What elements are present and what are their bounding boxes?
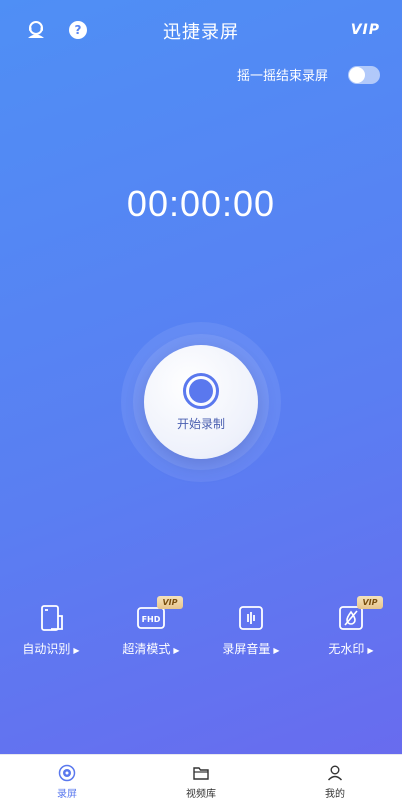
folder-icon xyxy=(193,767,209,780)
feature-auto-detect[interactable]: 自动识别 ▶ xyxy=(6,604,96,657)
tab-mine[interactable]: 我的 xyxy=(268,755,402,806)
vip-badge: VIP xyxy=(157,596,183,609)
vip-button[interactable]: VIP xyxy=(351,22,380,38)
feature-label: 录屏音量 xyxy=(222,642,271,656)
arrow-right-icon: ▶ xyxy=(367,646,374,655)
arrow-right-icon: ▶ xyxy=(173,646,180,655)
bottom-tab-bar: 录屏 视频库 我的 xyxy=(0,754,402,806)
feature-row: 自动识别 ▶ FHD VIP 超清模式 ▶ 录屏音量 ▶ VIP 无水印 ▶ xyxy=(0,596,402,660)
arrow-right-icon: ▶ xyxy=(73,646,80,655)
feature-label: 自动识别 xyxy=(22,642,71,656)
shake-to-stop-row: 摇一摇结束录屏 xyxy=(237,65,380,84)
phone-rotate-icon xyxy=(37,604,65,632)
tab-mine-label: 我的 xyxy=(325,789,345,800)
tab-video-library[interactable]: 视频库 xyxy=(134,755,268,806)
record-icon xyxy=(183,372,219,409)
start-record-button[interactable]: 开始录制 xyxy=(144,345,258,459)
tab-video-library-label: 视频库 xyxy=(186,789,216,800)
record-button-halo: 开始录制 xyxy=(121,322,281,482)
recording-timer: 00:00:00 xyxy=(126,183,276,224)
top-bar: ? 迅捷录屏 VIP xyxy=(0,0,402,60)
feature-volume[interactable]: 录屏音量 ▶ xyxy=(206,604,296,657)
shake-to-stop-label: 摇一摇结束录屏 xyxy=(236,69,328,84)
vip-badge: VIP xyxy=(357,596,383,609)
arrow-right-icon: ▶ xyxy=(273,646,280,655)
volume-bars-icon xyxy=(237,604,265,632)
fhd-icon-text: FHD xyxy=(142,615,161,624)
profile-icon xyxy=(327,765,343,781)
record-disc-icon xyxy=(58,764,76,782)
feature-no-watermark[interactable]: VIP 无水印 ▶ xyxy=(306,596,396,657)
no-watermark-icon: VIP xyxy=(337,596,383,632)
fhd-icon: FHD VIP xyxy=(137,596,183,632)
record-screen: ? 迅捷录屏 VIP 摇一摇结束录屏 00:00:00 开始录制 自动识别 ▶ … xyxy=(0,0,402,806)
start-record-label: 开始录制 xyxy=(176,416,225,431)
app-title: 迅捷录屏 xyxy=(163,22,239,43)
tab-record-label: 录屏 xyxy=(57,789,77,800)
tab-record[interactable]: 录屏 xyxy=(0,755,134,806)
shake-to-stop-toggle[interactable] xyxy=(348,65,380,84)
toggle-knob xyxy=(349,66,365,83)
feature-hd-mode[interactable]: FHD VIP 超清模式 ▶ xyxy=(106,596,196,657)
feature-label: 超清模式 xyxy=(122,642,171,656)
record-button-ring: 开始录制 xyxy=(133,334,269,470)
feature-label: 无水印 xyxy=(328,642,365,656)
